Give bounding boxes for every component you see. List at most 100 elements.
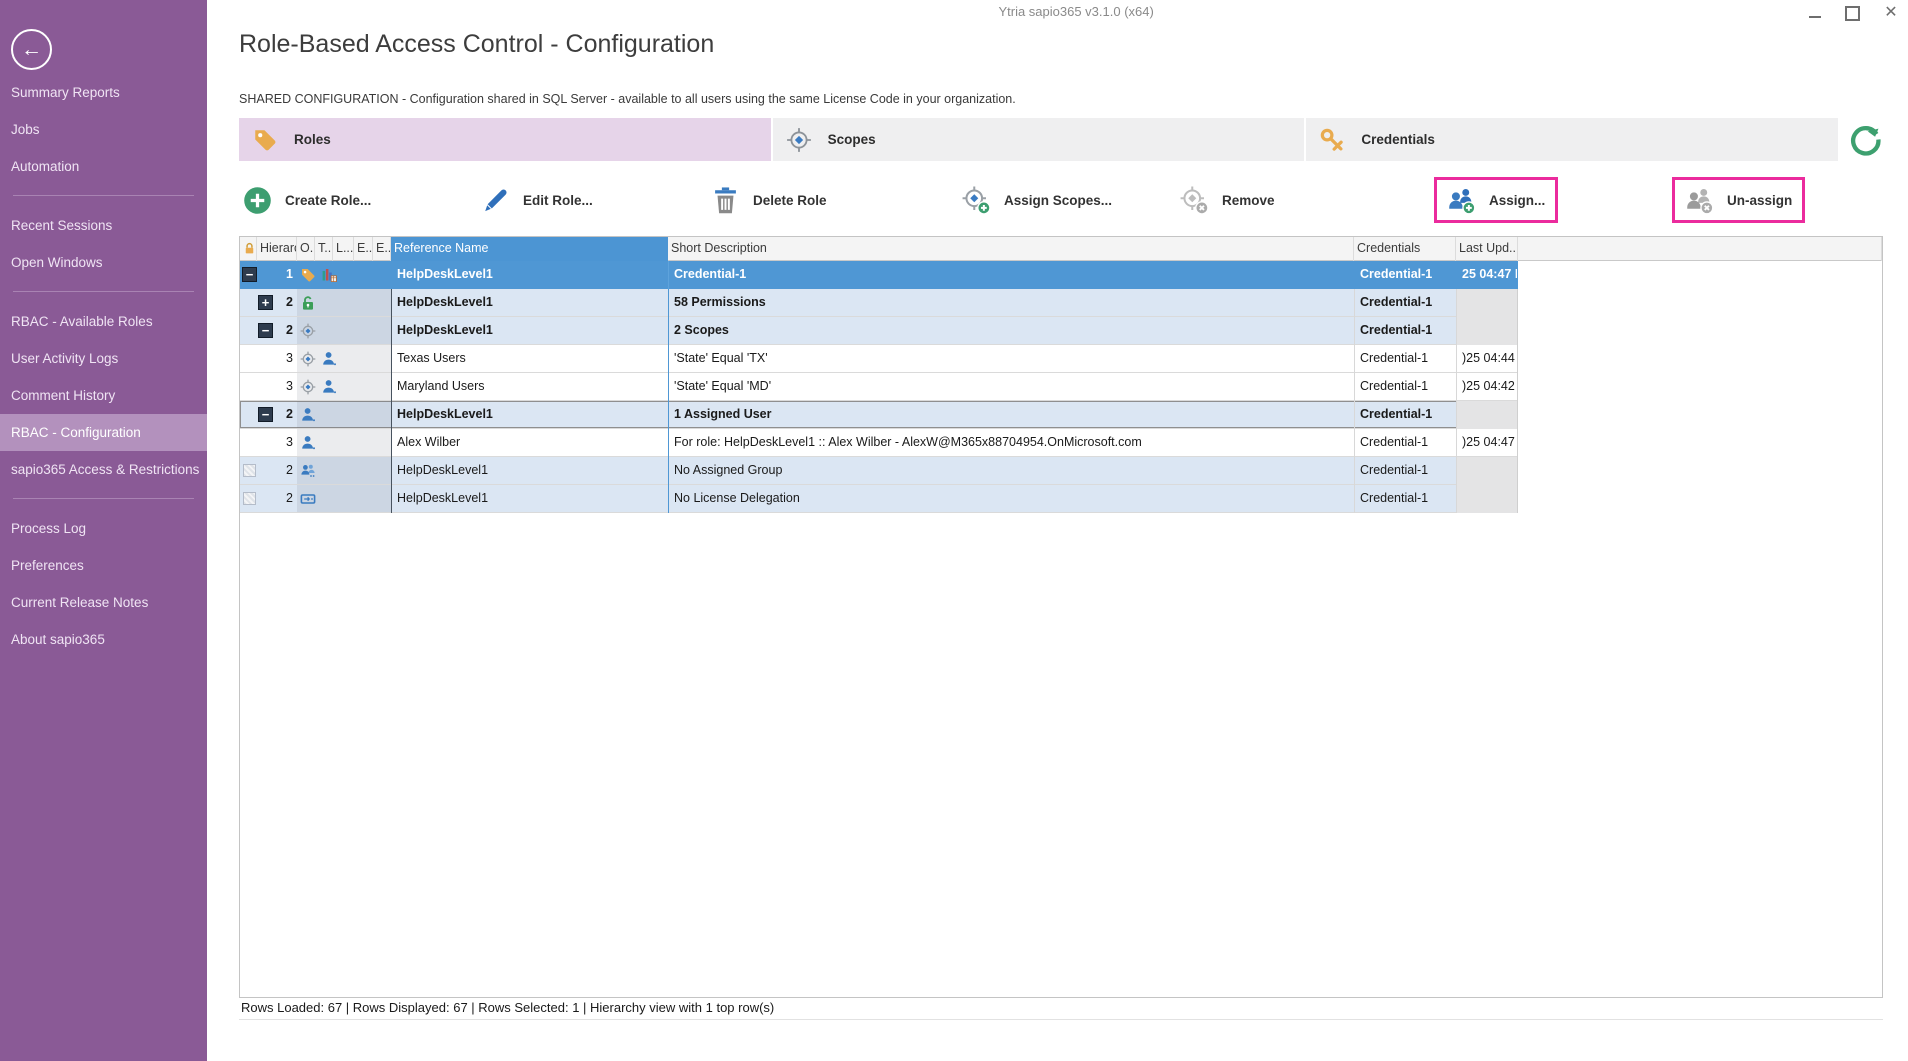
sidebar-item-comment-history[interactable]: Comment History <box>0 377 207 414</box>
person-icon <box>321 379 337 395</box>
cell-credentials[interactable]: Credential-1 <box>1354 289 1456 317</box>
sidebar-item-summary-reports[interactable]: Summary Reports <box>0 74 207 111</box>
cell-reference-name[interactable]: HelpDeskLevel1 <box>391 457 668 485</box>
create-role-button[interactable]: Create Role... <box>243 178 371 222</box>
column-header-e[interactable]: E... <box>373 237 391 261</box>
minimize-icon[interactable] <box>1809 9 1821 18</box>
tab-roles[interactable]: Roles <box>239 118 771 161</box>
sidebar-item-sapio365-access-restrictions[interactable]: sapio365 Access & Restrictions <box>0 451 207 488</box>
row-checkbox-disabled[interactable] <box>243 464 256 477</box>
assign-scopes-button[interactable]: Assign Scopes... <box>962 178 1112 222</box>
sidebar-item-automation[interactable]: Automation <box>0 148 207 185</box>
cell-last-updated[interactable]: )25 04:47 PM <box>1456 429 1518 457</box>
column-header-l[interactable]: L... <box>333 237 354 261</box>
app-window: ← Summary ReportsJobsAutomation Recent Se… <box>0 0 1908 1061</box>
sidebar-item-recent-sessions[interactable]: Recent Sessions <box>0 207 207 244</box>
unassign-users-icon <box>1685 186 1714 215</box>
sidebar-item-current-release-notes[interactable]: Current Release Notes <box>0 584 207 621</box>
tab-scopes[interactable]: Scopes <box>773 118 1305 161</box>
tab-credentials[interactable]: Credentials <box>1306 118 1838 161</box>
cell-short-description[interactable]: For role: HelpDeskLevel1 :: Alex Wilber … <box>668 429 1354 457</box>
collapse-icon[interactable]: − <box>242 267 257 282</box>
sidebar-item-process-log[interactable]: Process Log <box>0 510 207 547</box>
maximize-icon[interactable] <box>1845 6 1860 21</box>
cell-short-description[interactable]: 2 Scopes <box>668 317 1354 345</box>
edit-role-button[interactable]: Edit Role... <box>481 178 593 222</box>
cell-credentials[interactable]: Credential-1 <box>1354 345 1456 373</box>
close-icon[interactable]: ✕ <box>1884 6 1898 20</box>
cell-credentials[interactable]: Credential-1 <box>1354 485 1456 513</box>
sidebar-item-open-windows[interactable]: Open Windows <box>0 244 207 281</box>
cell-reference-name[interactable]: HelpDeskLevel1 <box>391 317 668 345</box>
hierarchy-level: 3 <box>257 345 293 373</box>
column-header-filler[interactable] <box>1518 237 1882 261</box>
sidebar-item-rbac-configuration[interactable]: RBAC - Configuration <box>0 414 207 451</box>
column-header-reference-name[interactable]: Reference Name <box>391 237 668 261</box>
un-assign-button[interactable]: Un-assign <box>1672 177 1805 223</box>
remove-scope-icon <box>1180 186 1209 215</box>
table-row[interactable]: 3Maryland Users'State' Equal 'MD'Credent… <box>240 373 1882 401</box>
refresh-icon[interactable] <box>1846 121 1883 158</box>
toolbar-button-label: Edit Role... <box>523 193 593 208</box>
cell-short-description[interactable]: Credential-1 <box>668 261 1354 289</box>
data-grid: Hierarc...O...T...L...E...E...Reference … <box>239 236 1883 998</box>
assign-button[interactable]: Assign... <box>1434 177 1558 223</box>
cell-short-description[interactable]: 'State' Equal 'TX' <box>668 345 1354 373</box>
cell-reference-name[interactable]: HelpDeskLevel1 <box>391 261 668 289</box>
table-row[interactable]: −2HelpDeskLevel12 ScopesCredential-1 <box>240 317 1882 345</box>
cell-short-description[interactable]: 1 Assigned User <box>668 401 1354 429</box>
cell-reference-name[interactable]: Texas Users <box>391 345 668 373</box>
table-row[interactable]: −2HelpDeskLevel11 Assigned UserCredentia… <box>240 401 1882 429</box>
column-header-credentials[interactable]: Credentials <box>1354 237 1456 261</box>
column-header-lock[interactable] <box>240 237 257 261</box>
column-header-o[interactable]: O... <box>297 237 315 261</box>
cell-reference-name[interactable]: HelpDeskLevel1 <box>391 485 668 513</box>
remove-button[interactable]: Remove <box>1180 178 1275 222</box>
column-header-short-description[interactable]: Short Description <box>668 237 1354 261</box>
table-row[interactable]: 2HelpDeskLevel1No License DelegationCred… <box>240 485 1882 513</box>
cell-reference-name[interactable]: HelpDeskLevel1 <box>391 401 668 429</box>
cell-credentials[interactable]: Credential-1 <box>1354 373 1456 401</box>
delete-role-button[interactable]: Delete Role <box>711 178 827 222</box>
cell-reference-name[interactable]: Maryland Users <box>391 373 668 401</box>
cell-last-updated[interactable]: )25 04:42 PM <box>1456 373 1518 401</box>
sidebar-item-jobs[interactable]: Jobs <box>0 111 207 148</box>
cell-last-updated[interactable] <box>1456 317 1518 345</box>
cell-credentials[interactable]: Credential-1 <box>1354 401 1456 429</box>
cell-reference-name[interactable]: HelpDeskLevel1 <box>391 289 668 317</box>
sidebar-item-preferences[interactable]: Preferences <box>0 547 207 584</box>
cell-short-description[interactable]: 'State' Equal 'MD' <box>668 373 1354 401</box>
table-row[interactable]: 2HelpDeskLevel1No Assigned GroupCredenti… <box>240 457 1882 485</box>
cell-short-description[interactable]: 58 Permissions <box>668 289 1354 317</box>
cell-last-updated[interactable]: )25 04:44 PM <box>1456 345 1518 373</box>
column-header-last-upd[interactable]: Last Upd...▴ <box>1456 237 1518 261</box>
page-subtitle: SHARED CONFIGURATION - Configuration sha… <box>239 92 1016 106</box>
sidebar-divider <box>0 281 207 303</box>
cell-credentials[interactable]: Credential-1 <box>1354 429 1456 457</box>
cell-short-description[interactable]: No Assigned Group <box>668 457 1354 485</box>
hierarchy-level: 2 <box>257 317 293 345</box>
assign-scopes-icon <box>962 186 991 215</box>
column-header-e[interactable]: E... <box>354 237 373 261</box>
cell-credentials[interactable]: Credential-1 <box>1354 261 1456 289</box>
cell-short-description[interactable]: No License Delegation <box>668 485 1354 513</box>
row-checkbox-disabled[interactable] <box>243 492 256 505</box>
sidebar-item-about-sapio365[interactable]: About sapio365 <box>0 621 207 658</box>
table-row[interactable]: −1HelpDeskLevel1Credential-1Credential-1… <box>240 261 1882 289</box>
table-row[interactable]: +2HelpDeskLevel158 PermissionsCredential… <box>240 289 1882 317</box>
column-header-t[interactable]: T... <box>315 237 333 261</box>
cell-reference-name[interactable]: Alex Wilber <box>391 429 668 457</box>
cell-last-updated[interactable] <box>1456 457 1518 485</box>
column-header-hierarc[interactable]: Hierarc... <box>257 237 297 261</box>
sidebar-item-user-activity-logs[interactable]: User Activity Logs <box>0 340 207 377</box>
cell-credentials[interactable]: Credential-1 <box>1354 457 1456 485</box>
cell-last-updated[interactable] <box>1456 485 1518 513</box>
cell-last-updated[interactable] <box>1456 289 1518 317</box>
cell-last-updated[interactable]: 25 04:47 PM <box>1456 261 1518 289</box>
table-row[interactable]: 3 Texas Users'State' Equal 'TX'Credential… <box>240 345 1882 373</box>
cell-credentials[interactable]: Credential-1 <box>1354 317 1456 345</box>
sidebar-item-rbac-available-roles[interactable]: RBAC - Available Roles <box>0 303 207 340</box>
table-row[interactable]: 3Alex WilberFor role: HelpDeskLevel1 :: … <box>240 429 1882 457</box>
back-button[interactable]: ← <box>11 29 52 70</box>
cell-last-updated[interactable] <box>1456 401 1518 429</box>
